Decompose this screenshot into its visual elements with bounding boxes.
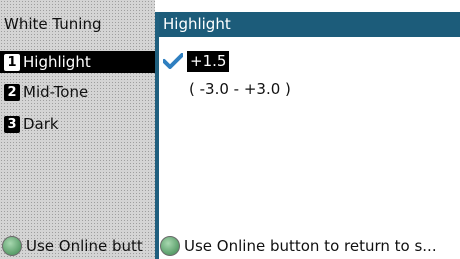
menu-item-label: Mid-Tone: [23, 83, 89, 101]
menu-item-mid-tone[interactable]: 2 Mid-Tone: [0, 81, 155, 103]
menu-item-dark[interactable]: 3 Dark: [0, 113, 155, 135]
value-row[interactable]: +1.5: [159, 50, 230, 72]
help-bar-left: Use Online butt: [0, 233, 155, 259]
menu-title: White Tuning: [4, 15, 102, 33]
detail-title: Highlight: [159, 12, 460, 37]
detail-panel: Highlight +1.5 ( -3.0 - +3.0 ): [159, 0, 460, 259]
value-range: ( -3.0 - +3.0 ): [189, 80, 291, 98]
online-button-icon: [160, 236, 180, 256]
menu-panel: White Tuning 1 Highlight 2 Mid-Tone 3 Da…: [0, 0, 155, 259]
help-bar-right: Use Online button to return to s...: [159, 233, 460, 259]
menu-item-highlight[interactable]: 1 Highlight: [0, 51, 155, 73]
menu-item-label: Highlight: [23, 53, 91, 71]
menu-item-number: 3: [4, 115, 20, 133]
online-button-icon: [2, 236, 22, 256]
help-text-right: Use Online button to return to s...: [184, 237, 437, 255]
check-icon: [163, 53, 183, 69]
printer-panel-screen: White Tuning 1 Highlight 2 Mid-Tone 3 Da…: [0, 0, 460, 259]
menu-item-label: Dark: [23, 115, 59, 133]
help-text-left: Use Online butt: [26, 237, 143, 255]
menu-item-number: 1: [4, 53, 20, 71]
current-value[interactable]: +1.5: [187, 50, 230, 72]
menu-item-number: 2: [4, 83, 20, 101]
